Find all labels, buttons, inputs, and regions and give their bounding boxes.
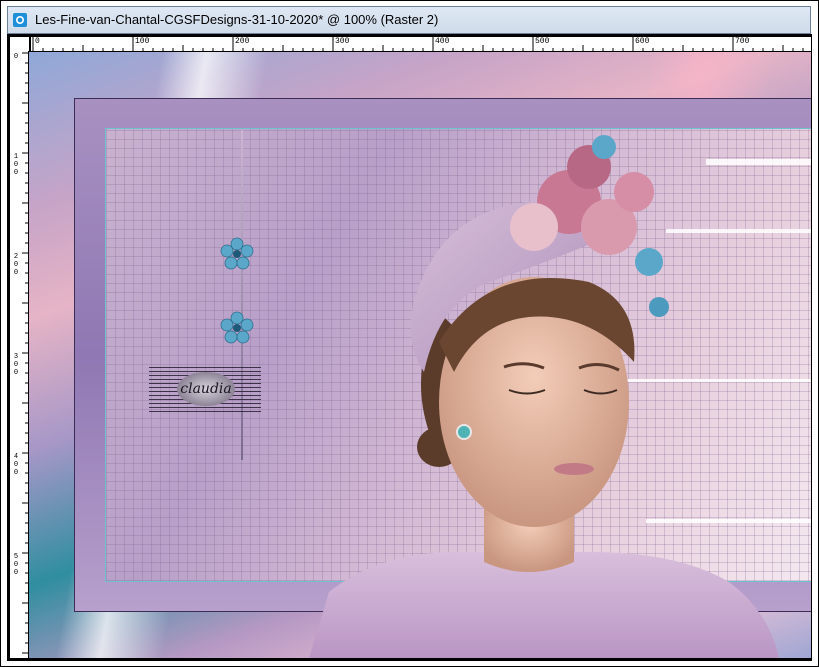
ruler-left-label-400: 400 [13,453,19,477]
ruler-label-400: 400 [435,37,450,46]
ruler-left-label-0: 0 [13,53,19,61]
ruler-label-100: 100 [135,37,150,46]
claudia-text: claudia [180,381,232,397]
document-titlebar[interactable]: Les-Fine-van-Chantal-CGSFDesigns-31-10-2… [7,6,811,34]
vertical-ruler[interactable]: 0 100 200 300 400 500 [10,51,29,658]
woman-portrait [309,135,779,658]
ruler-label-600: 600 [635,37,650,46]
document-title: Les-Fine-van-Chantal-CGSFDesigns-31-10-2… [35,12,439,27]
ruler-left-label-200: 200 [13,253,19,277]
editor-window: Les-Fine-van-Chantal-CGSFDesigns-31-10-2… [0,0,819,667]
document-icon [13,13,27,27]
ruler-left-label-300: 300 [13,353,19,377]
ruler-label-300: 300 [335,37,350,46]
ruler-left-label-100: 100 [13,153,19,177]
ruler-label-200: 200 [235,37,250,46]
ruler-label-500: 500 [535,37,550,46]
claudia-watermark: claudia [149,366,261,412]
image-canvas[interactable]: claudia [29,52,811,658]
flower-ornament-icon [220,311,254,344]
claudia-badge: claudia [177,372,235,406]
flower-ornament-icon [220,237,254,270]
ruler-label-0: 0 [35,37,40,46]
ruler-left-label-500: 500 [13,553,19,577]
ruler-label-700: 700 [735,37,750,46]
horizontal-ruler[interactable]: 0 100 200 300 400 500 600 700 [31,37,811,52]
ruler-corner [10,37,29,51]
